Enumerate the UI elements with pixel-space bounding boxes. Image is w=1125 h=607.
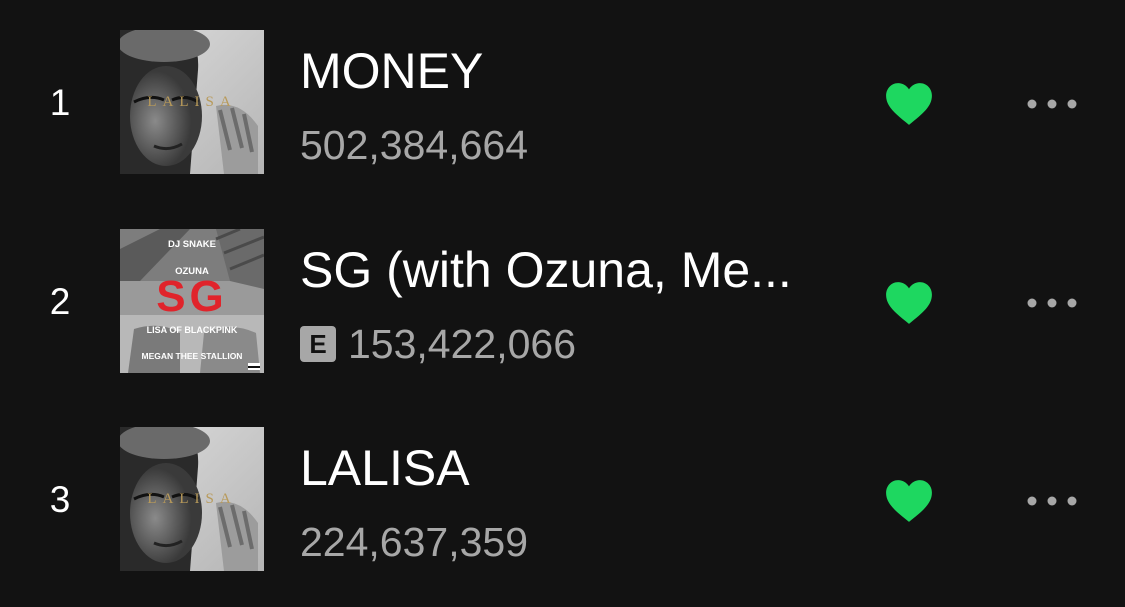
album-cover-text: LISA OF BLACKPINK [147,325,238,335]
play-count: 502,384,664 [300,122,529,168]
track-row[interactable]: 2 DJ SNAKE OZUNA SG LISA OF BLACKPINK ME… [0,229,1125,375]
album-cover-lalisa: LALISA [120,30,264,174]
track-rank: 3 [49,479,71,520]
track-title: SG (with Ozuna, Me... [300,242,792,298]
album-cover-logo: SG [156,272,228,321]
more-options-button[interactable] [1018,82,1086,126]
track-rank: 2 [49,281,71,322]
heart-filled-icon [886,83,932,125]
album-art: LALISA [120,427,264,571]
track-row[interactable]: 3 LALISA LALISA 224,637,359 [0,427,1125,573]
more-options-button[interactable] [1018,281,1086,325]
album-cover-lalisa: LALISA [120,427,264,571]
album-cover-text: MEGAN THEE STALLION [142,351,243,361]
heart-filled-icon [886,480,932,522]
track-meta: 224,637,359 [300,519,528,565]
more-options-button[interactable] [1018,479,1086,523]
like-button[interactable] [878,473,940,529]
track-meta: 502,384,664 [300,122,528,168]
popular-tracks-list: 1 LALISA MONEY 502,384,664 2 DJ SNAKE OZ… [0,0,1125,607]
album-art: LALISA [120,30,264,174]
heart-filled-icon [886,282,932,324]
play-count: 153,422,066 [348,321,577,367]
track-title: LALISA [300,440,470,496]
like-button[interactable] [878,275,940,331]
more-options-icon [1027,496,1077,506]
track-title: MONEY [300,43,484,99]
more-options-icon [1027,298,1077,308]
album-cover-sg: DJ SNAKE OZUNA SG LISA OF BLACKPINK MEGA… [120,229,264,373]
more-options-icon [1027,99,1077,109]
album-cover-text: DJ SNAKE [168,239,216,250]
explicit-badge: E [300,326,336,362]
album-cover-text: LALISA [147,94,236,110]
track-rank: 1 [49,82,71,123]
like-button[interactable] [878,76,940,132]
track-meta: E 153,422,066 [300,321,576,367]
album-art: DJ SNAKE OZUNA SG LISA OF BLACKPINK MEGA… [120,229,264,373]
track-row[interactable]: 1 LALISA MONEY 502,384,664 [0,30,1125,176]
play-count: 224,637,359 [300,519,529,565]
album-cover-text: LALISA [147,491,236,507]
